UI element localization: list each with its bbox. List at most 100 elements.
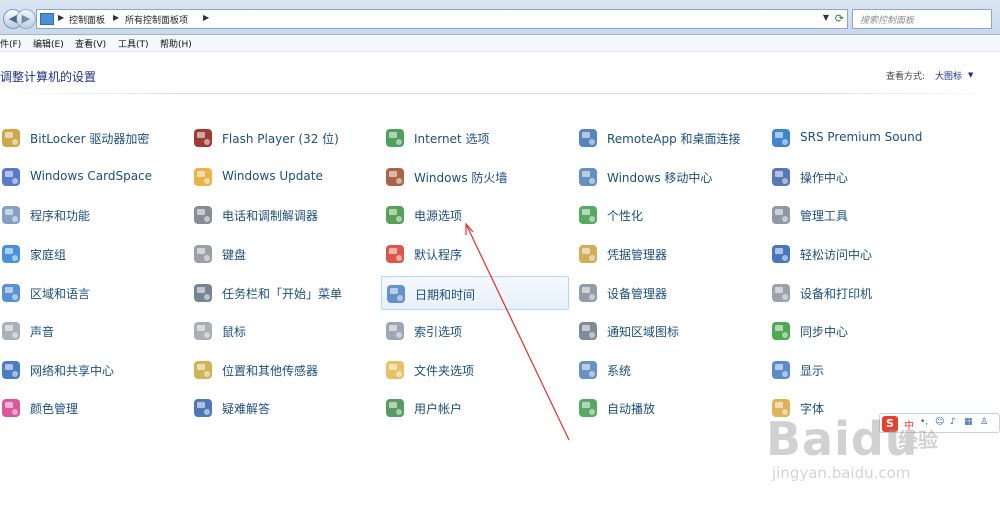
control-panel-item[interactable]: 系统	[577, 353, 762, 387]
control-panel-item[interactable]: 设备和打印机	[770, 276, 955, 310]
flash-icon	[192, 127, 214, 149]
notification-icon	[577, 320, 599, 342]
control-panel-item-label: 键盘	[222, 248, 247, 262]
homegroup-icon	[0, 243, 22, 265]
control-panel-item[interactable]: 轻松访问中心	[770, 237, 955, 271]
menu-edit[interactable]: 编辑(E)	[33, 37, 64, 50]
control-panel-item[interactable]: 颜色管理	[0, 391, 185, 425]
search-placeholder: 搜索控制面板	[860, 16, 915, 26]
control-panel-item[interactable]: 网络和共享中心	[0, 353, 185, 387]
control-panel-item[interactable]: 设备管理器	[577, 276, 762, 310]
remoteapp-icon	[577, 127, 599, 149]
bitlocker-icon	[0, 127, 22, 149]
control-panel-item-label: 文件夹选项	[414, 364, 475, 378]
menu-tools[interactable]: 工具(T)	[118, 37, 149, 50]
control-panel-item-label: 轻松访问中心	[800, 248, 873, 262]
control-panel-item-label: 个性化	[607, 209, 644, 223]
network-icon	[0, 359, 22, 381]
control-panel-item-label: BitLocker 驱动器加密	[30, 132, 150, 146]
control-panel-item[interactable]: 声音	[0, 314, 185, 348]
control-panel-item-label: 操作中心	[800, 171, 849, 185]
control-panel-item[interactable]: 键盘	[192, 237, 377, 271]
control-panel-item-label: 系统	[607, 364, 632, 378]
control-panel-item[interactable]: SRS Premium Sound	[770, 121, 955, 155]
control-panel-item[interactable]: Windows Update	[192, 160, 377, 194]
baidu-watermark: Baidu 经验 jingyan.baidu.com	[760, 412, 1000, 492]
control-panel-item[interactable]: Internet 选项	[384, 121, 569, 155]
control-panel-item[interactable]: 默认程序	[384, 237, 569, 271]
control-panel-item-label: 网络和共享中心	[30, 364, 115, 378]
control-panel-item-label: RemoteApp 和桌面连接	[607, 132, 741, 146]
region-icon	[0, 282, 22, 304]
control-panel-item[interactable]: Windows 防火墙	[384, 160, 569, 194]
watermark-brand: Baidu	[766, 412, 919, 466]
breadcrumb-control-panel[interactable]: 控制面板	[69, 13, 105, 26]
control-panel-item[interactable]: 通知区域图标	[577, 314, 762, 348]
search-input[interactable]: 搜索控制面板	[852, 9, 992, 29]
breadcrumb-separator-icon: ▶	[113, 13, 120, 22]
control-panel-item[interactable]: Flash Player (32 位)	[192, 121, 377, 155]
menu-view[interactable]: 查看(V)	[75, 37, 106, 50]
control-panel-icon	[40, 13, 54, 25]
control-panel-item[interactable]: BitLocker 驱动器加密	[0, 121, 185, 155]
control-panel-item[interactable]: Windows CardSpace	[0, 160, 185, 194]
breadcrumb[interactable]: ▶ 控制面板 ▶ 所有控制面板项 ▶ ▼ ⟳	[36, 9, 848, 29]
taskbar-icon	[192, 282, 214, 304]
control-panel-item[interactable]: 鼠标	[192, 314, 377, 348]
control-panel-item[interactable]: Windows 移动中心	[577, 160, 762, 194]
chevron-down-icon[interactable]: ▼	[968, 71, 973, 79]
menu-help[interactable]: 帮助(H)	[160, 37, 192, 50]
control-panel-item-label: 家庭组	[30, 248, 67, 262]
chevron-down-icon[interactable]: ▼	[823, 13, 829, 22]
menu-file[interactable]: 件(F)	[0, 37, 21, 50]
windows-update-icon	[192, 166, 214, 188]
control-panel-item[interactable]: RemoteApp 和桌面连接	[577, 121, 762, 155]
control-panel-item-label: 凭据管理器	[607, 248, 668, 262]
control-panel-item[interactable]: 个性化	[577, 198, 762, 232]
breadcrumb-all-items[interactable]: 所有控制面板项	[125, 13, 188, 26]
control-panel-item-label: Windows CardSpace	[30, 169, 153, 183]
control-panel-item-label: 电源选项	[414, 209, 463, 223]
control-panel-item[interactable]: 索引选项	[384, 314, 569, 348]
control-panel-item-label: 鼠标	[222, 325, 247, 339]
control-panel-item-label: 显示	[800, 364, 825, 378]
control-panel-item[interactable]: 位置和其他传感器	[192, 353, 377, 387]
control-panel-item-label: 任务栏和「开始」菜单	[222, 287, 343, 301]
programs-icon	[0, 204, 22, 226]
view-by-dropdown[interactable]: 大图标	[935, 69, 962, 82]
control-panel-item[interactable]: 管理工具	[770, 198, 955, 232]
control-panel-item[interactable]: 电源选项	[384, 198, 569, 232]
firewall-icon	[384, 166, 406, 188]
control-panel-item[interactable]: 同步中心	[770, 314, 955, 348]
indexing-icon	[384, 320, 406, 342]
control-panel-item[interactable]: 区域和语言	[0, 276, 185, 310]
control-panel-item[interactable]: 自动播放	[577, 391, 762, 425]
mobility-icon	[577, 166, 599, 188]
forward-button[interactable]: ▶	[16, 9, 36, 29]
control-panel-item[interactable]: 文件夹选项	[384, 353, 569, 387]
refresh-icon[interactable]: ⟳	[835, 12, 844, 25]
color-management-icon	[0, 397, 22, 419]
control-panel-item-label: Windows Update	[222, 169, 323, 183]
breadcrumb-separator-icon: ▶	[58, 13, 65, 22]
control-panel-item[interactable]: 用户帐户	[384, 391, 569, 425]
control-panel-item-label: 默认程序	[414, 248, 463, 262]
control-panel-item[interactable]: 程序和功能	[0, 198, 185, 232]
control-panel-item[interactable]: 凭据管理器	[577, 237, 762, 271]
control-panel-item[interactable]: 任务栏和「开始」菜单	[192, 276, 377, 310]
control-panel-item-label: Windows 移动中心	[607, 171, 713, 185]
control-panel-item[interactable]: 日期和时间	[381, 276, 569, 310]
control-panel-item[interactable]: 显示	[770, 353, 955, 387]
control-panel-item-label: 程序和功能	[30, 209, 91, 223]
control-panel-item-label: 设备和打印机	[800, 287, 873, 301]
view-by-label: 查看方式:	[886, 72, 926, 82]
control-panel-item[interactable]: 电话和调制解调器	[192, 198, 377, 232]
control-panel-item[interactable]: 操作中心	[770, 160, 955, 194]
control-panel-item[interactable]: 家庭组	[0, 237, 185, 271]
user-accounts-icon	[384, 397, 406, 419]
mouse-icon	[192, 320, 214, 342]
watermark-brand-cn: 经验	[898, 428, 938, 452]
control-panel-item[interactable]: 疑难解答	[192, 391, 377, 425]
page-title: 调整计算机的设置	[0, 70, 97, 84]
address-bar: ◀ ▶ ▶ 控制面板 ▶ 所有控制面板项 ▶ ▼ ⟳ 搜索控制面板	[0, 0, 1000, 35]
